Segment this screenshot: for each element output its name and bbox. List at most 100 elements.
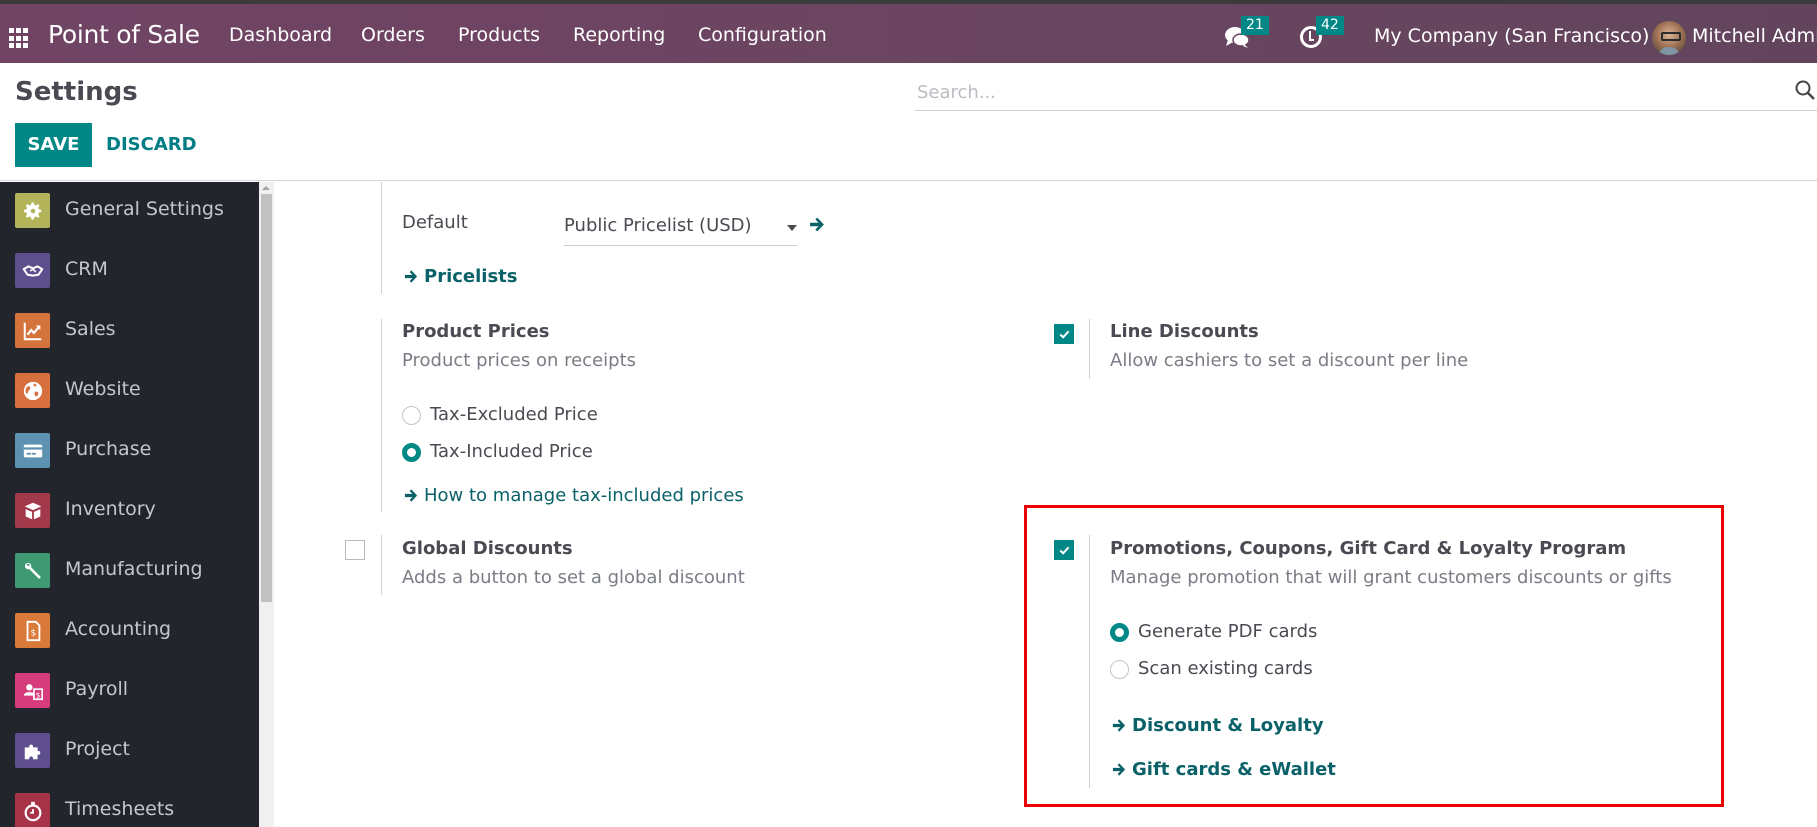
tax-included-label[interactable]: Tax-Included Price bbox=[430, 441, 593, 462]
top-navbar: Point of Sale Dashboard Orders Products … bbox=[0, 4, 1817, 63]
page-title: Settings bbox=[15, 77, 138, 107]
global-discounts-checkbox[interactable] bbox=[345, 540, 365, 560]
app-title[interactable]: Point of Sale bbox=[48, 20, 200, 49]
sidebar-scrollbar[interactable] bbox=[259, 182, 274, 827]
sidebar-item-sales[interactable]: Sales bbox=[0, 305, 259, 355]
trend-chart-icon bbox=[15, 313, 50, 348]
scan-existing-cards-label[interactable]: Scan existing cards bbox=[1138, 658, 1313, 679]
tax-included-help-label: How to manage tax-included prices bbox=[424, 485, 744, 506]
sidebar-item-label: General Settings bbox=[65, 198, 224, 220]
settings-sidebar: General Settings CRM Sales Website Purch… bbox=[0, 182, 259, 827]
search-bar bbox=[915, 73, 1817, 111]
menu-orders[interactable]: Orders bbox=[361, 24, 425, 46]
save-button[interactable]: SAVE bbox=[15, 123, 92, 167]
line-discounts-checkbox[interactable] bbox=[1054, 324, 1074, 344]
chevron-down-icon bbox=[787, 225, 797, 231]
promotions-title: Promotions, Coupons, Gift Card & Loyalty… bbox=[1110, 538, 1627, 559]
sidebar-item-label: Payroll bbox=[65, 678, 129, 700]
handshake-icon bbox=[15, 253, 50, 288]
credit-card-icon bbox=[15, 433, 50, 468]
sidebar-item-label: Manufacturing bbox=[65, 558, 203, 580]
settings-content: Default Public Pricelist (USD) Pricelist… bbox=[274, 182, 1817, 827]
sidebar-item-label: CRM bbox=[65, 258, 108, 280]
tax-excluded-radio[interactable] bbox=[402, 406, 421, 425]
setting-divider bbox=[1089, 535, 1090, 788]
sidebar-item-label: Inventory bbox=[65, 498, 156, 520]
pricelists-link[interactable]: Pricelists bbox=[404, 266, 518, 287]
product-prices-title: Product Prices bbox=[402, 321, 550, 342]
sidebar-item-label: Website bbox=[65, 378, 141, 400]
menu-configuration[interactable]: Configuration bbox=[698, 24, 827, 46]
promotions-checkbox[interactable] bbox=[1054, 540, 1074, 560]
scrollbar-thumb[interactable] bbox=[261, 194, 272, 602]
messages-count-badge: 21 bbox=[1241, 16, 1269, 35]
global-discounts-title: Global Discounts bbox=[402, 538, 573, 559]
search-icon[interactable] bbox=[1795, 80, 1815, 100]
svg-text:$: $ bbox=[30, 627, 36, 638]
arrow-right-icon bbox=[404, 489, 418, 502]
line-discounts-title: Line Discounts bbox=[1110, 321, 1259, 342]
gift-cards-ewallet-link[interactable]: Gift cards & eWallet bbox=[1112, 759, 1336, 780]
menu-products[interactable]: Products bbox=[458, 24, 540, 46]
discard-button[interactable]: DISCARD bbox=[106, 123, 197, 167]
menu-reporting[interactable]: Reporting bbox=[573, 24, 665, 46]
generate-pdf-cards-radio[interactable] bbox=[1110, 623, 1129, 642]
control-panel: Settings SAVE DISCARD bbox=[0, 63, 1817, 181]
sidebar-item-project[interactable]: Project bbox=[0, 725, 259, 775]
setting-divider bbox=[381, 182, 382, 294]
activities-count-badge: 42 bbox=[1316, 16, 1344, 35]
pricelists-link-label: Pricelists bbox=[424, 266, 518, 287]
sidebar-item-timesheets[interactable]: Timesheets bbox=[0, 785, 259, 827]
setting-divider bbox=[381, 535, 382, 595]
sidebar-item-label: Project bbox=[65, 738, 131, 760]
user-menu[interactable]: Mitchell Admin bbox=[1692, 25, 1817, 47]
sidebar-item-crm[interactable]: CRM bbox=[0, 245, 259, 295]
employee-payslip-icon: $ bbox=[15, 673, 50, 708]
sidebar-item-manufacturing[interactable]: Manufacturing bbox=[0, 545, 259, 595]
setting-divider bbox=[381, 319, 382, 512]
sidebar-item-accounting[interactable]: $ Accounting bbox=[0, 605, 259, 655]
gear-icon bbox=[15, 193, 50, 228]
default-pricelist-select[interactable]: Public Pricelist (USD) bbox=[564, 210, 797, 246]
arrow-right-icon bbox=[404, 270, 418, 283]
discount-loyalty-link[interactable]: Discount & Loyalty bbox=[1112, 715, 1324, 736]
line-discounts-description: Allow cashiers to set a discount per lin… bbox=[1110, 350, 1469, 371]
wrench-icon bbox=[15, 553, 50, 588]
default-pricelist-label: Default bbox=[402, 212, 468, 233]
internal-link-arrow-icon[interactable] bbox=[809, 216, 826, 233]
sidebar-item-purchase[interactable]: Purchase bbox=[0, 425, 259, 475]
stopwatch-icon bbox=[15, 793, 50, 827]
menu-dashboard[interactable]: Dashboard bbox=[229, 24, 332, 46]
company-switcher[interactable]: My Company (San Francisco) bbox=[1374, 25, 1649, 47]
apps-grid-icon[interactable] bbox=[9, 28, 30, 49]
sidebar-item-inventory[interactable]: Inventory bbox=[0, 485, 259, 535]
setting-divider bbox=[1089, 319, 1090, 379]
arrow-right-icon bbox=[1112, 763, 1126, 776]
tax-included-help-link[interactable]: How to manage tax-included prices bbox=[404, 485, 744, 506]
sidebar-item-label: Timesheets bbox=[65, 798, 175, 820]
sidebar-item-payroll[interactable]: $ Payroll bbox=[0, 665, 259, 715]
generate-pdf-cards-label[interactable]: Generate PDF cards bbox=[1138, 621, 1317, 642]
global-discounts-description: Adds a button to set a global discount bbox=[402, 567, 745, 588]
sidebar-item-label: Accounting bbox=[65, 618, 172, 640]
tax-excluded-label[interactable]: Tax-Excluded Price bbox=[430, 404, 598, 425]
sidebar-item-label: Sales bbox=[65, 318, 116, 340]
invoice-icon: $ bbox=[15, 613, 50, 648]
search-input[interactable] bbox=[917, 79, 1777, 105]
arrow-right-icon bbox=[1112, 719, 1126, 732]
product-prices-description: Product prices on receipts bbox=[402, 350, 637, 371]
puzzle-icon bbox=[15, 733, 50, 768]
sidebar-item-website[interactable]: Website bbox=[0, 365, 259, 415]
checkmark-icon bbox=[1059, 330, 1070, 339]
sidebar-item-general-settings[interactable]: General Settings bbox=[0, 185, 259, 235]
avatar[interactable] bbox=[1652, 21, 1686, 55]
discount-loyalty-label: Discount & Loyalty bbox=[1132, 715, 1324, 736]
svg-text:$: $ bbox=[35, 690, 40, 699]
box-icon bbox=[15, 493, 50, 528]
default-pricelist-value: Public Pricelist (USD) bbox=[564, 215, 752, 236]
tax-included-radio[interactable] bbox=[402, 443, 421, 462]
globe-icon bbox=[15, 373, 50, 408]
gift-cards-ewallet-label: Gift cards & eWallet bbox=[1132, 759, 1336, 780]
scroll-up-arrow-icon[interactable] bbox=[262, 186, 270, 190]
scan-existing-cards-radio[interactable] bbox=[1110, 660, 1129, 679]
